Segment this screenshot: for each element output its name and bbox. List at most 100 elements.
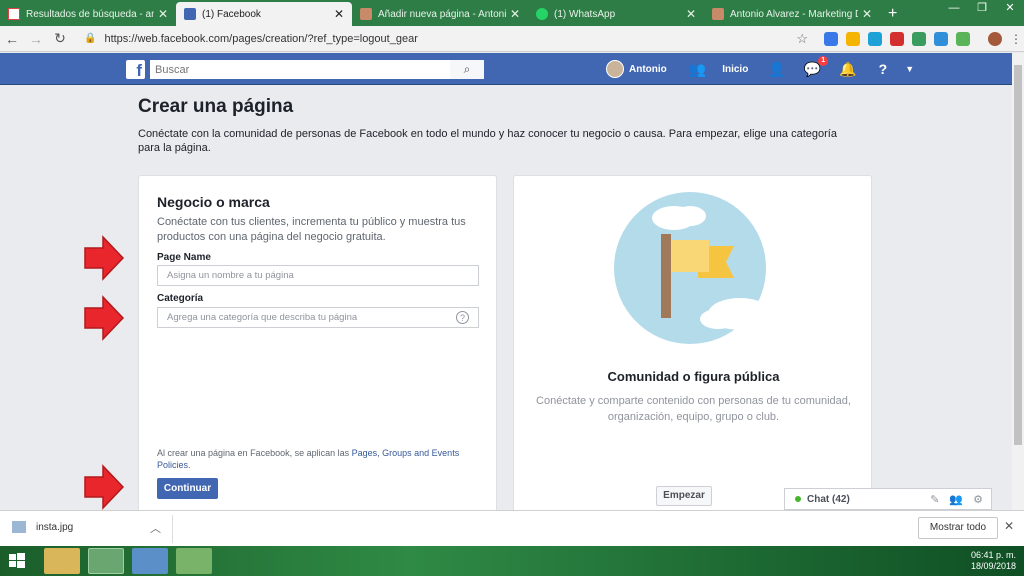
- tab-marketing[interactable]: Antonio Alvarez - Marketing Dig ✕: [704, 2, 880, 26]
- friend-requests-icon[interactable]: 👤: [768, 61, 785, 78]
- settings-gear-icon[interactable]: ⚙: [973, 493, 983, 506]
- business-card: Negocio o marca Conéctate con tus client…: [138, 175, 497, 515]
- chrome-icon[interactable]: [88, 548, 124, 574]
- chat-bar[interactable]: Chat (42) ✎ 👥 ⚙: [784, 488, 992, 510]
- url-text: https://web.facebook.com/pages/creation/…: [104, 32, 418, 45]
- file-explorer-icon[interactable]: [44, 548, 80, 574]
- clock-date: 18/09/2018: [970, 561, 1016, 571]
- windows-start-icon[interactable]: [4, 548, 30, 574]
- profile-avatar-icon[interactable]: [988, 31, 1002, 46]
- extension-icon[interactable]: [912, 31, 926, 46]
- group-icon[interactable]: 👥: [949, 493, 963, 506]
- home-link[interactable]: Inicio: [722, 64, 748, 75]
- lock-icon: 🔒: [84, 33, 97, 44]
- url-field[interactable]: 🔒 https://web.facebook.com/pages/creatio…: [78, 29, 818, 49]
- close-tab-icon[interactable]: ✕: [158, 7, 168, 21]
- red-arrow-icon: [84, 464, 125, 510]
- facebook-logo-icon[interactable]: f: [126, 60, 145, 80]
- search-input[interactable]: [150, 60, 450, 79]
- chevron-up-icon[interactable]: ︿: [150, 520, 161, 536]
- tab-facebook[interactable]: (1) Facebook ✕: [176, 2, 352, 26]
- photos-app-icon[interactable]: [132, 548, 168, 574]
- search-icon[interactable]: ⌕: [450, 60, 484, 79]
- close-tab-icon[interactable]: ✕: [334, 7, 344, 21]
- show-all-button[interactable]: Mostrar todo: [918, 517, 998, 539]
- help-icon[interactable]: ?: [879, 61, 888, 77]
- tab-label: Antonio Alvarez - Marketing Dig: [730, 8, 858, 20]
- messages-badge: 1: [818, 55, 829, 66]
- downloads-bar: insta.jpg ︿ Mostrar todo ✕: [0, 510, 1024, 546]
- reload-icon[interactable]: ↻: [48, 30, 72, 47]
- divider: [172, 515, 173, 543]
- maximize-icon[interactable]: ❐: [968, 0, 996, 18]
- page-name-label: Page Name: [157, 252, 211, 263]
- policy-text: Al crear una página en Facebook, se apli…: [157, 448, 352, 458]
- forward-icon[interactable]: →: [24, 31, 48, 47]
- new-tab-button[interactable]: +: [880, 2, 905, 26]
- policy-end: .: [188, 460, 191, 470]
- community-card: Comunidad o figura pública Conéctate y c…: [513, 175, 872, 515]
- red-arrow-icon: [84, 235, 125, 281]
- tab-label: Resultados de búsqueda - anto: [26, 8, 154, 20]
- facebook-icon: [184, 8, 196, 20]
- close-tab-icon[interactable]: ✕: [510, 7, 520, 21]
- profile-link[interactable]: Antonio: [629, 64, 667, 75]
- download-item[interactable]: insta.jpg: [12, 521, 73, 533]
- whatsapp-icon: [536, 8, 548, 20]
- chat-actions: ✎ 👥 ⚙: [930, 493, 991, 506]
- wordpress-icon: [712, 8, 724, 20]
- facebook-header: f ⌕ Antonio 👥 Inicio 👤 💬1 🔔 ? ▼: [0, 53, 1012, 85]
- wordpress-icon: [360, 8, 372, 20]
- gmail-icon: [8, 8, 20, 20]
- tab-whatsapp[interactable]: (1) WhatsApp ✕: [528, 2, 704, 26]
- bookmark-star-icon[interactable]: ☆: [796, 31, 808, 47]
- tab-label: Añadir nueva página - Antonio: [378, 8, 506, 20]
- minimize-icon[interactable]: —: [940, 0, 968, 18]
- scrollbar-thumb[interactable]: [1014, 65, 1022, 445]
- back-icon[interactable]: ←: [0, 31, 24, 47]
- page-intro: Conéctate con la comunidad de personas d…: [138, 128, 837, 154]
- system-tray: 06:41 p. m. 18/09/2018: [971, 550, 1016, 572]
- close-window-icon[interactable]: ✕: [996, 0, 1024, 18]
- window-controls: — ❐ ✕: [940, 0, 1024, 18]
- messages-icon[interactable]: 💬 1: [804, 55, 829, 78]
- address-bar: ← → ↻ 🔒 https://web.facebook.com/pages/c…: [0, 26, 1024, 52]
- business-card-title: Negocio o marca: [157, 194, 270, 210]
- browser-tab-strip: Resultados de búsqueda - anto ✕ (1) Face…: [0, 0, 1024, 26]
- extension-icon[interactable]: [824, 31, 838, 46]
- start-button[interactable]: Empezar: [656, 486, 712, 506]
- compose-icon[interactable]: ✎: [930, 493, 939, 506]
- app-icon[interactable]: [176, 548, 212, 574]
- find-friends-icon[interactable]: 👥: [689, 61, 706, 78]
- business-card-description: Conéctate con tus clientes, incrementa t…: [157, 216, 466, 243]
- avatar[interactable]: [606, 60, 624, 78]
- category-input[interactable]: Agrega una categoría que describa tu pág…: [157, 307, 479, 328]
- extension-icon[interactable]: [846, 31, 860, 46]
- download-file-name: insta.jpg: [36, 521, 74, 533]
- category-placeholder: Agrega una categoría que describa tu pág…: [167, 312, 358, 323]
- tab-add-page[interactable]: Añadir nueva página - Antonio ✕: [352, 2, 528, 26]
- red-arrow-icon: [84, 295, 125, 341]
- tab-gmail-search[interactable]: Resultados de búsqueda - anto ✕: [0, 2, 176, 26]
- page-name-input[interactable]: Asigna un nombre a tu página: [157, 265, 479, 286]
- help-question-icon[interactable]: ?: [456, 311, 469, 324]
- close-icon[interactable]: ✕: [1004, 519, 1014, 533]
- close-tab-icon[interactable]: ✕: [862, 7, 872, 21]
- account-menu-chevron-icon[interactable]: ▼: [905, 64, 914, 74]
- chat-label: Chat (42): [807, 493, 850, 505]
- community-card-description: Conéctate y comparte contenido con perso…: [536, 395, 851, 423]
- extensions: ⋮: [824, 31, 1022, 46]
- flag-illustration: [614, 192, 784, 344]
- page-scrollbar[interactable]: [1012, 53, 1024, 510]
- tab-label: (1) Facebook: [202, 8, 261, 20]
- extension-icon[interactable]: [934, 31, 948, 46]
- policy-notice: Al crear una página en Facebook, se apli…: [157, 447, 477, 471]
- continue-button[interactable]: Continuar: [157, 478, 218, 499]
- notifications-bell-icon[interactable]: 🔔: [839, 61, 856, 78]
- menu-dots-icon[interactable]: ⋮: [1010, 32, 1022, 46]
- extension-icon[interactable]: [890, 31, 904, 46]
- search-box: ⌕: [150, 60, 484, 79]
- extension-icon[interactable]: [868, 31, 882, 46]
- extension-icon[interactable]: [956, 31, 970, 46]
- close-tab-icon[interactable]: ✕: [686, 7, 696, 21]
